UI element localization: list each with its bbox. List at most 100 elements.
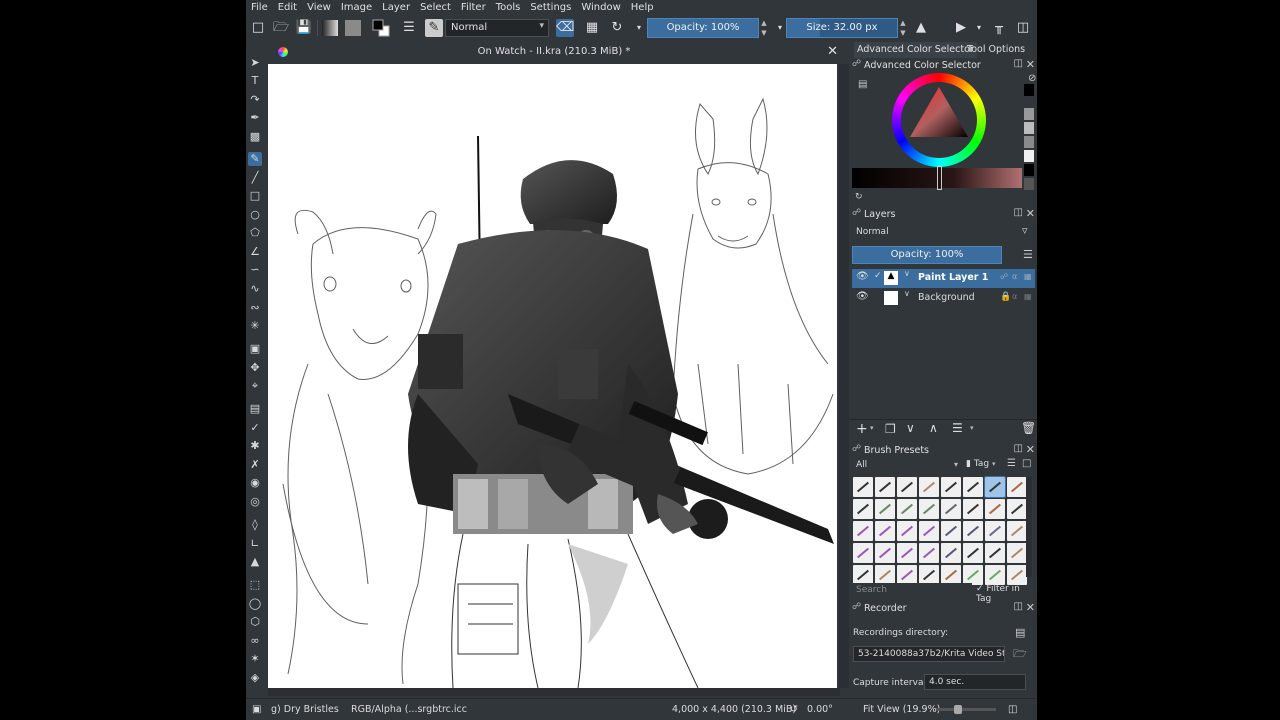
- lock-icon[interactable]: 🔒: [1000, 292, 1011, 302]
- color-picker-tool-icon[interactable]: ✓: [248, 421, 262, 435]
- brush-preset[interactable]: [963, 565, 983, 585]
- layer-opacity-slider[interactable]: Opacity: 100%: [852, 246, 1002, 264]
- size-slider[interactable]: Size: 32.00 px: [786, 18, 898, 38]
- brush-preset[interactable]: [985, 499, 1005, 519]
- opacity-spin-arrows-icon[interactable]: ▲ ▼: [759, 18, 769, 38]
- brush-preset[interactable]: [1007, 543, 1027, 563]
- menu-edit[interactable]: Edit: [273, 0, 302, 15]
- move-layer-up-icon[interactable]: ∧: [929, 421, 938, 435]
- brush-preset[interactable]: [875, 543, 895, 563]
- brush-settings-icon[interactable]: ☰: [400, 19, 418, 37]
- preset-resource-filter-dropdown[interactable]: All ▾: [852, 458, 962, 474]
- select-shapes-tool-icon[interactable]: ➤: [248, 56, 262, 70]
- checkbox-icon[interactable]: ✓: [874, 271, 882, 281]
- brush-preset[interactable]: [963, 499, 983, 519]
- brush-preset[interactable]: [897, 499, 917, 519]
- brush-preset[interactable]: [919, 499, 939, 519]
- move-layer-down-icon[interactable]: ∨: [906, 421, 915, 435]
- polyline-tool-icon[interactable]: ∠: [248, 245, 262, 259]
- refresh-icon[interactable]: ↻: [855, 192, 863, 202]
- open-document-icon[interactable]: 🗁: [272, 19, 290, 37]
- brush-preset[interactable]: [941, 565, 961, 585]
- lock-icon[interactable]: ☍: [1000, 272, 1008, 281]
- float-panel-icon[interactable]: ◫: [1014, 207, 1023, 218]
- color-history-swatch[interactable]: [1024, 178, 1034, 190]
- size-spin-arrows-icon[interactable]: ▲ ▼: [898, 18, 908, 38]
- preset-scrollbar[interactable]: [1026, 477, 1032, 577]
- browse-folder-icon[interactable]: 🗁: [1013, 645, 1027, 664]
- opacity-slider[interactable]: Opacity: 100%: [647, 18, 759, 38]
- brush-preset[interactable]: [1007, 477, 1027, 497]
- wrap-around-icon[interactable]: ╥: [990, 19, 1008, 37]
- drawing-canvas[interactable]: [268, 64, 837, 688]
- layer-blend-mode-dropdown[interactable]: Normal: [852, 225, 1018, 241]
- gradient-selector-icon[interactable]: [322, 20, 338, 36]
- brush-preset[interactable]: [1007, 521, 1027, 541]
- brush-preset[interactable]: [984, 476, 1006, 498]
- freehand-path-tool-icon[interactable]: ∿: [248, 282, 262, 296]
- brush-preset[interactable]: [875, 521, 895, 541]
- calligraphy-tool-icon[interactable]: ✒: [248, 111, 262, 125]
- brush-preset[interactable]: [1007, 499, 1027, 519]
- canvas-horizontal-scrollbar[interactable]: [268, 688, 840, 696]
- brush-preset[interactable]: [919, 477, 939, 497]
- text-tool-icon[interactable]: T: [248, 74, 262, 88]
- open-directory-icon[interactable]: ▤: [1015, 626, 1025, 639]
- preserve-alpha-icon[interactable]: ▦: [583, 19, 601, 37]
- lock-icon[interactable]: ☍: [852, 444, 861, 454]
- close-icon[interactable]: ✕: [1026, 207, 1035, 220]
- save-icon[interactable]: 💾: [295, 19, 313, 37]
- brush-preset[interactable]: [897, 543, 917, 563]
- capture-interval-spinbox[interactable]: 4.0 sec.: [924, 674, 1026, 690]
- tab-advanced-color-selector[interactable]: Advanced Color Selector: [854, 42, 977, 58]
- filter-icon[interactable]: ▿: [1022, 224, 1028, 237]
- color-history-swatch[interactable]: [1024, 136, 1034, 148]
- alpha-lock-icon[interactable]: α: [1012, 292, 1017, 301]
- mirror-vertical-icon[interactable]: ▶: [952, 19, 970, 37]
- crop-tool-icon[interactable]: ⌖: [248, 379, 262, 393]
- rectangle-tool-icon[interactable]: □: [248, 189, 262, 203]
- brush-preset[interactable]: [963, 521, 983, 541]
- measure-tool-icon[interactable]: ∟: [248, 537, 262, 551]
- import-preset-icon[interactable]: □: [1022, 458, 1031, 469]
- reload-preset-icon[interactable]: ↻: [608, 19, 626, 37]
- inherit-alpha-icon[interactable]: ▦: [1024, 272, 1032, 281]
- preset-search-input[interactable]: Search: [852, 583, 972, 599]
- edit-shapes-tool-icon[interactable]: ↷: [248, 93, 262, 107]
- transform-tool-icon[interactable]: ▣: [248, 342, 262, 356]
- menu-select[interactable]: Select: [415, 0, 456, 15]
- color-history-swatch[interactable]: [1024, 84, 1034, 96]
- saturation-value-triangle[interactable]: [892, 73, 986, 167]
- canvas-tab[interactable]: On Watch - II.kra (210.3 MiB) * ✕: [268, 42, 840, 62]
- multibrush-tool-icon[interactable]: ✳: [248, 319, 262, 333]
- reference-tool-icon[interactable]: ▲: [248, 555, 262, 569]
- colorize-mask-tool-icon[interactable]: ✗: [248, 458, 262, 472]
- lock-icon[interactable]: ☍: [852, 602, 861, 612]
- eraser-mode-icon[interactable]: ⌫: [556, 19, 574, 37]
- layer-options-menu-icon[interactable]: ☰: [1023, 248, 1033, 261]
- close-icon[interactable]: ✕: [827, 44, 838, 59]
- brush-preset[interactable]: [875, 499, 895, 519]
- duplicate-layer-icon[interactable]: ❐: [885, 422, 896, 436]
- brush-preset-icon[interactable]: ✎: [425, 19, 443, 37]
- layer-row[interactable]: 👁 ✓ ▲ ∨ Paint Layer 1 ☍ α ▦: [852, 269, 1035, 288]
- line-tool-icon[interactable]: ╱: [248, 171, 262, 185]
- brush-preset[interactable]: [897, 565, 917, 585]
- brush-preset[interactable]: [919, 543, 939, 563]
- polygon-tool-icon[interactable]: ⬠: [248, 226, 262, 240]
- menu-file[interactable]: File: [246, 0, 273, 15]
- brush-preset[interactable]: [919, 521, 939, 541]
- alpha-lock-icon[interactable]: α: [1012, 272, 1017, 281]
- brush-preset[interactable]: [985, 565, 1005, 585]
- menu-filter[interactable]: Filter: [456, 0, 491, 15]
- lock-icon[interactable]: ☍: [852, 208, 861, 218]
- magic-wand-tool-icon[interactable]: ✶: [248, 652, 262, 666]
- brush-preset[interactable]: [897, 521, 917, 541]
- rect-select-tool-icon[interactable]: ⬚: [248, 578, 262, 592]
- brush-preset[interactable]: [985, 543, 1005, 563]
- layer-row[interactable]: 👁 ∨ Background 🔒 α ▦: [852, 289, 1035, 308]
- fg-bg-colors-icon[interactable]: [372, 19, 390, 37]
- shade-selector-cursor[interactable]: [937, 166, 942, 190]
- visibility-eye-icon[interactable]: 👁: [856, 271, 869, 282]
- zoom-label[interactable]: Fit View (19.9%): [863, 704, 940, 715]
